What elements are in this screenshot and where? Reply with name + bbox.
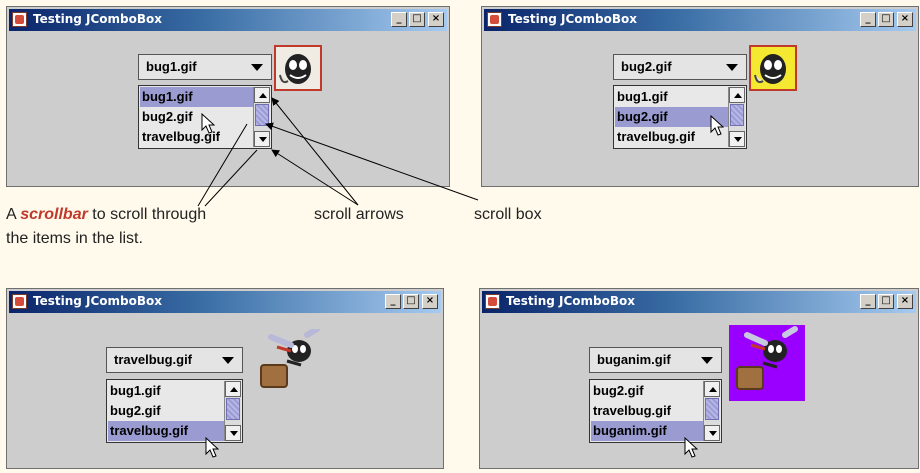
- scrollbar-callout-line: [204, 149, 258, 207]
- scroll-arrows-callout-line: [271, 97, 359, 206]
- callout-lines: [197, 97, 479, 207]
- scroll-arrows-callout-line: [271, 149, 359, 206]
- scrollbar-callout-line: [197, 123, 248, 207]
- scroll-box-callout-line: [265, 122, 479, 201]
